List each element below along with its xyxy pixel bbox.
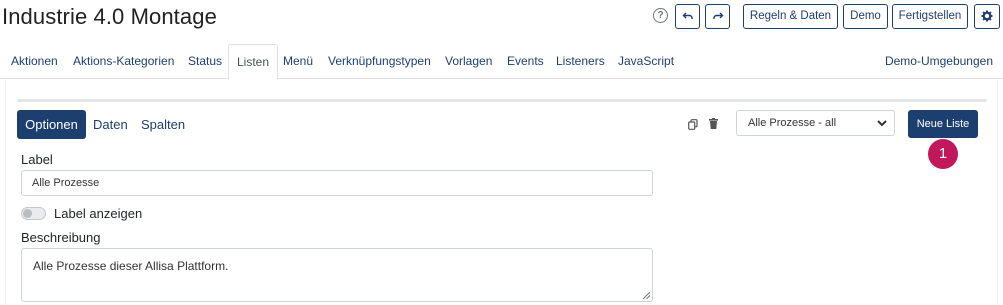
tab-status[interactable]: Status: [180, 44, 230, 79]
help-icon[interactable]: ?: [653, 8, 668, 23]
subtab-columns[interactable]: Spalten: [141, 110, 185, 139]
gear-icon: [981, 10, 993, 22]
description-text: Alle Prozesse dieser Allisa Plattform.: [33, 259, 229, 273]
subtab-options[interactable]: Optionen: [17, 110, 86, 139]
tab-aktions-kategorien[interactable]: Aktions-Kategorien: [65, 44, 182, 79]
list-select-value: Alle Prozesse - all: [748, 117, 837, 129]
panel-divider: [17, 99, 987, 102]
show-label-toggle[interactable]: [21, 207, 46, 220]
redo-icon: [712, 12, 723, 19]
demo-button[interactable]: Demo: [843, 4, 888, 29]
redo-button[interactable]: [705, 4, 730, 29]
page-title: Industrie 4.0 Montage: [2, 4, 217, 29]
show-label-text: Label anzeigen: [54, 206, 143, 221]
undo-icon: [682, 12, 693, 19]
subtab-data[interactable]: Daten: [93, 110, 128, 139]
chevron-down-icon: [877, 120, 887, 127]
finish-button[interactable]: Fertigstellen: [892, 4, 968, 29]
tab-vorlagen[interactable]: Vorlagen: [437, 44, 500, 79]
tab-verknuepfungstypen[interactable]: Verknüpfungstypen: [320, 44, 439, 79]
label-input[interactable]: Alle Prozesse: [21, 170, 653, 196]
toggle-knob: [23, 209, 32, 218]
tab-aktionen[interactable]: Aktionen: [3, 44, 66, 79]
undo-button[interactable]: [675, 4, 700, 29]
tab-listen[interactable]: Listen: [228, 44, 279, 80]
tab-menu[interactable]: Menü: [275, 44, 321, 79]
rules-data-button[interactable]: Regeln & Daten: [743, 4, 838, 29]
tab-javascript[interactable]: JavaScript: [610, 44, 682, 79]
demo-environments-link[interactable]: Demo-Umgebungen: [885, 44, 993, 79]
resize-grip-icon[interactable]: [642, 291, 650, 299]
list-select[interactable]: Alle Prozesse - all: [736, 110, 895, 136]
settings-button[interactable]: [974, 4, 1000, 29]
main-tabs: Aktionen Aktions-Kategorien Status Liste…: [0, 44, 1003, 80]
callout-badge: 1: [928, 139, 958, 169]
description-field-title: Beschreibung: [21, 230, 101, 245]
trash-icon[interactable]: [709, 118, 718, 129]
new-list-button[interactable]: Neue Liste: [908, 110, 978, 138]
label-field-title: Label: [21, 152, 53, 167]
copy-icon[interactable]: [688, 119, 698, 130]
description-textarea[interactable]: Alle Prozesse dieser Allisa Plattform.: [21, 248, 653, 302]
tab-listeners[interactable]: Listeners: [548, 44, 613, 79]
tab-events[interactable]: Events: [499, 44, 552, 79]
